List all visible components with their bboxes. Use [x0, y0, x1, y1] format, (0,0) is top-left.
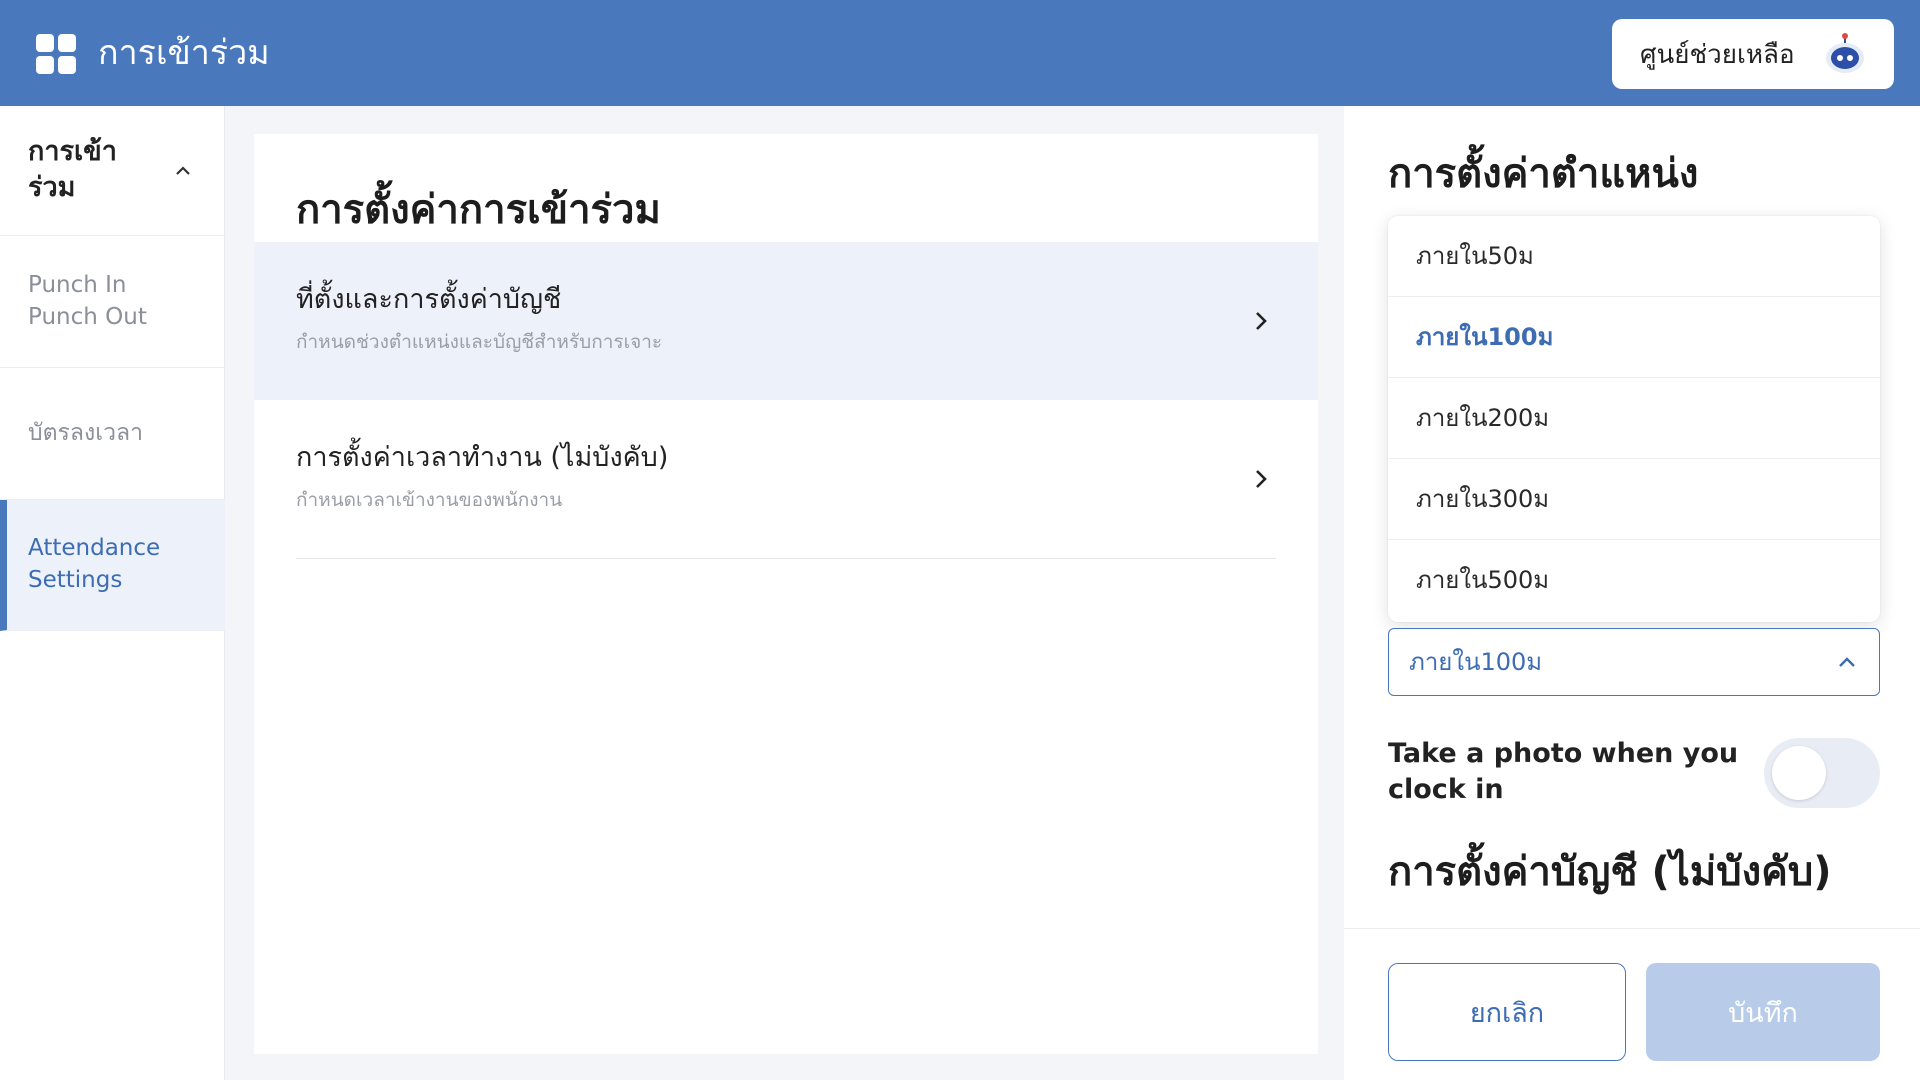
chevron-right-icon — [1256, 312, 1267, 330]
attendance-settings-panel: การตั้งค่าการเข้าร่วม ที่ตั้งและการตั้งค… — [254, 134, 1318, 1054]
dropdown-option-selected[interactable]: ภายใน100ม — [1388, 297, 1880, 378]
sidebar-item-label: บัตรลงเวลา — [28, 420, 143, 446]
save-button[interactable]: บันทึก — [1646, 963, 1880, 1061]
sidebar-item-label: Punch In Punch Out — [28, 272, 147, 330]
toggle-knob — [1772, 746, 1826, 800]
row-subtitle: กำหนดช่วงตำแหน่งและบัญชีสำหรับการเจาะ — [296, 331, 663, 353]
option-label: ภายใน50ม — [1416, 242, 1534, 270]
page-title: การตั้งค่าการเข้าร่วม — [296, 187, 661, 233]
option-label: ภายใน100ม — [1416, 323, 1554, 351]
robot-icon — [1826, 33, 1864, 73]
sidebar-item-punch[interactable]: Punch In Punch Out — [0, 237, 225, 368]
photo-clock-in-label: Take a photo when you clock in — [1388, 738, 1739, 805]
dropdown-option[interactable]: ภายใน50ม — [1388, 216, 1880, 297]
range-select-value: ภายใน100ม — [1409, 648, 1543, 676]
top-header: การเข้าร่วม ศูนย์ช่วยเหลือ — [0, 0, 1920, 106]
sidebar-group-label: การเข้าร่วม — [28, 136, 117, 203]
sidebar-item-attendance-settings[interactable]: Attendance Settings — [0, 500, 225, 631]
sidebar-group-attendance[interactable]: การเข้าร่วม — [0, 106, 225, 236]
sidebar: การเข้าร่วม Punch In Punch Out บัตรลงเวล… — [0, 106, 225, 1080]
app-title: การเข้าร่วม — [98, 33, 270, 73]
dropdown-option[interactable]: ภายใน300ม — [1388, 459, 1880, 540]
range-dropdown-menu: ภายใน50ม ภายใน100ม ภายใน200ม ภายใน300ม ภ… — [1388, 216, 1880, 622]
chevron-right-icon — [1256, 470, 1267, 488]
help-center-button[interactable]: ศูนย์ช่วยเหลือ — [1612, 19, 1894, 89]
row-title: ที่ตั้งและการตั้งค่าบัญชี — [296, 284, 562, 315]
option-label: ภายใน500ม — [1416, 566, 1550, 594]
photo-clock-in-toggle[interactable] — [1764, 738, 1880, 808]
grid-icon[interactable] — [36, 34, 76, 74]
sidebar-item-label: Attendance Settings — [28, 535, 161, 593]
chevron-up-icon — [1839, 657, 1855, 667]
dropdown-option[interactable]: ภายใน200ม — [1388, 378, 1880, 459]
action-footer: ยกเลิก บันทึก — [1344, 928, 1920, 1080]
option-label: ภายใน200ม — [1416, 404, 1550, 432]
location-account-settings-row[interactable]: ที่ตั้งและการตั้งค่าบัญชี กำหนดช่วงตำแหน… — [254, 242, 1318, 400]
row-divider — [296, 558, 1276, 559]
sidebar-item-timecard[interactable]: บัตรลงเวลา — [0, 369, 225, 500]
location-settings-panel: การตั้งค่าตำแหน่ง ภายใน50ม ภายใน100ม ภาย… — [1344, 106, 1920, 1080]
help-center-label: ศูนย์ช่วยเหลือ — [1640, 39, 1795, 70]
panel-title: การตั้งค่าตำแหน่ง — [1388, 151, 1699, 197]
dropdown-option[interactable]: ภายใน500ม — [1388, 540, 1880, 621]
option-label: ภายใน300ม — [1416, 485, 1550, 513]
account-settings-title: การตั้งค่าบัญชี (ไม่บังคับ) — [1388, 849, 1832, 895]
chevron-up-icon — [176, 166, 190, 175]
row-subtitle: กำหนดเวลาเข้างานของพนักงาน — [296, 489, 563, 511]
row-title: การตั้งค่าเวลาทำงาน (ไม่บังคับ) — [296, 442, 669, 473]
cancel-button[interactable]: ยกเลิก — [1388, 963, 1626, 1061]
work-time-settings-row[interactable]: การตั้งค่าเวลาทำงาน (ไม่บังคับ) กำหนดเวล… — [254, 400, 1318, 558]
range-select[interactable]: ภายใน100ม — [1388, 628, 1880, 696]
